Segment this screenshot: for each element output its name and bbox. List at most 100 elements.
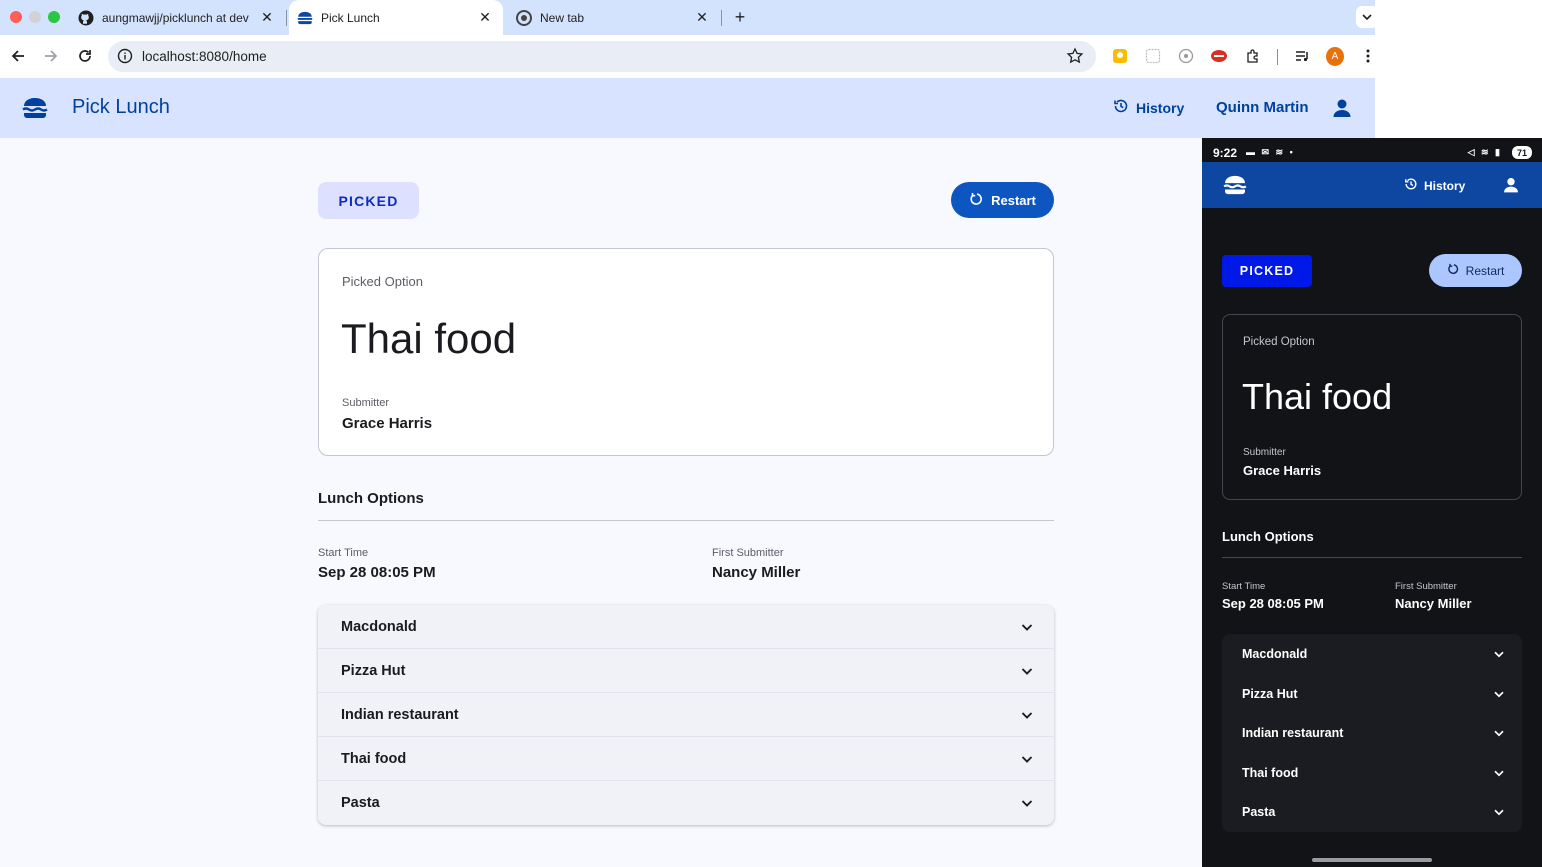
gesture-home-bar[interactable] <box>1312 858 1432 862</box>
phone-picked-option-card: Picked Option Thai food Submitter Grace … <box>1222 314 1522 500</box>
history-icon <box>1113 98 1129 117</box>
signal-wifi-icons: ◁ ≋ ▮ <box>1467 147 1502 157</box>
lunch-options-heading: Lunch Options <box>318 490 424 507</box>
phone-lunch-options-list: Macdonald Pizza Hut Indian restaurant Th… <box>1222 634 1522 832</box>
burger-logo-icon[interactable] <box>1223 175 1247 195</box>
option-label: Pizza Hut <box>341 663 406 679</box>
forward-arrow-icon[interactable] <box>41 46 61 66</box>
option-row-thai-food[interactable]: Thai food <box>318 737 1054 781</box>
user-name[interactable]: Quinn Martin <box>1216 99 1309 116</box>
new-tab-plus-icon[interactable]: + <box>730 7 750 27</box>
start-time-value: Sep 28 08:05 PM <box>1222 596 1324 611</box>
window-minimize-button[interactable] <box>29 11 41 23</box>
extension-dial-icon[interactable] <box>1177 47 1195 65</box>
chevron-down-icon[interactable] <box>1491 804 1507 820</box>
restart-icon <box>1447 263 1459 278</box>
chrome-icon <box>516 9 532 26</box>
bookmark-star-icon[interactable] <box>1066 47 1084 65</box>
media-controls-icon[interactable] <box>1293 47 1311 65</box>
account-icon[interactable] <box>1331 97 1353 119</box>
burger-icon <box>297 10 313 26</box>
divider <box>318 520 1054 521</box>
option-label: Pizza Hut <box>1242 686 1298 701</box>
submitter-value: Grace Harris <box>1243 463 1322 478</box>
extension-red-icon[interactable] <box>1210 47 1228 65</box>
extensions-puzzle-icon[interactable] <box>1244 47 1262 65</box>
picked-option-label: Picked Option <box>342 274 423 289</box>
back-arrow-icon[interactable] <box>8 46 28 66</box>
chevron-down-icon[interactable] <box>1018 794 1036 812</box>
extension-grid-icon[interactable] <box>1144 47 1162 65</box>
option-row-pizza-hut[interactable]: Pizza Hut <box>1222 674 1522 714</box>
chevron-down-icon[interactable] <box>1018 750 1036 768</box>
close-tab-icon[interactable]: ✕ <box>259 9 275 25</box>
chevron-down-icon[interactable] <box>1491 725 1507 741</box>
submitter-value: Grace Harris <box>342 415 433 432</box>
account-icon[interactable] <box>1502 176 1520 194</box>
tab-title: New tab <box>540 10 585 25</box>
profile-avatar[interactable]: A <box>1326 46 1344 66</box>
toolbar-separator <box>1277 49 1278 65</box>
restart-icon <box>969 192 983 209</box>
option-label: Thai food <box>341 751 407 767</box>
option-row-pizza-hut[interactable]: Pizza Hut <box>318 649 1054 693</box>
option-label: Indian restaurant <box>341 707 459 723</box>
close-tab-icon[interactable]: ✕ <box>694 9 710 25</box>
phone-clock: 9:22 <box>1213 146 1238 160</box>
chevron-down-icon[interactable] <box>1018 618 1036 636</box>
start-time-label: Start Time <box>1222 581 1266 592</box>
lunch-options-heading: Lunch Options <box>1222 529 1314 544</box>
option-row-macdonald[interactable]: Macdonald <box>318 605 1054 649</box>
picked-option-value: Thai food <box>341 315 517 362</box>
tab-separator <box>286 10 287 26</box>
window-zoom-button[interactable] <box>48 11 60 23</box>
start-time-value: Sep 28 08:05 PM <box>318 564 436 581</box>
chevron-down-icon[interactable] <box>1018 662 1036 680</box>
browser-tab-new-tab[interactable]: New tab ✕ <box>508 0 720 35</box>
url-text: localhost:8080/home <box>142 49 267 64</box>
option-row-pasta[interactable]: Pasta <box>1222 792 1522 832</box>
github-icon <box>78 10 94 26</box>
history-label: History <box>1136 99 1185 116</box>
browser-tab-github[interactable]: aungmawjj/picklunch at dev ✕ <box>70 0 285 35</box>
window-close-button[interactable] <box>10 11 22 23</box>
option-row-indian-restaurant[interactable]: Indian restaurant <box>1222 713 1522 753</box>
phone-restart-button[interactable]: Restart <box>1429 254 1522 287</box>
phone-app-bar: History <box>1202 162 1542 208</box>
option-label: Indian restaurant <box>1242 726 1344 741</box>
submitter-label: Submitter <box>1243 447 1286 458</box>
battery-icon: 71 <box>1512 146 1532 159</box>
status-chip: PICKED <box>318 182 419 219</box>
burger-logo-icon[interactable] <box>22 97 48 119</box>
close-tab-icon[interactable]: ✕ <box>477 9 493 25</box>
chevron-down-icon[interactable] <box>1491 686 1507 702</box>
start-time-label: Start Time <box>318 547 369 559</box>
desktop-background <box>1375 0 1542 138</box>
option-label: Macdonald <box>341 619 417 635</box>
chevron-down-icon[interactable] <box>1018 706 1036 724</box>
address-bar[interactable]: localhost:8080/home <box>108 41 1096 72</box>
app-title: Pick Lunch <box>72 96 170 118</box>
tab-title: aungmawjj/picklunch at dev <box>102 10 249 25</box>
first-submitter-label: First Submitter <box>712 547 784 559</box>
option-row-thai-food[interactable]: Thai food <box>1222 753 1522 793</box>
history-label: History <box>1424 178 1466 193</box>
lunch-options-list: Macdonald Pizza Hut Indian restaurant Th… <box>318 605 1054 825</box>
option-row-macdonald[interactable]: Macdonald <box>1222 634 1522 674</box>
browser-tab-pick-lunch[interactable]: Pick Lunch ✕ <box>289 0 503 35</box>
history-button[interactable]: History <box>1113 98 1184 117</box>
chevron-down-icon[interactable] <box>1491 765 1507 781</box>
restart-label: Restart <box>991 192 1036 208</box>
option-row-pasta[interactable]: Pasta <box>318 781 1054 825</box>
tab-separator <box>721 10 722 26</box>
option-label: Thai food <box>1242 765 1299 780</box>
chevron-down-icon[interactable] <box>1491 646 1507 662</box>
profile-initial: A <box>1326 46 1344 66</box>
reload-icon[interactable] <box>75 46 95 66</box>
option-row-indian-restaurant[interactable]: Indian restaurant <box>318 693 1054 737</box>
submitter-label: Submitter <box>342 397 390 409</box>
extension-keep-icon[interactable] <box>1111 47 1129 65</box>
site-info-icon[interactable] <box>117 48 133 64</box>
restart-button[interactable]: Restart <box>951 182 1054 218</box>
phone-history-button[interactable]: History <box>1404 177 1465 194</box>
